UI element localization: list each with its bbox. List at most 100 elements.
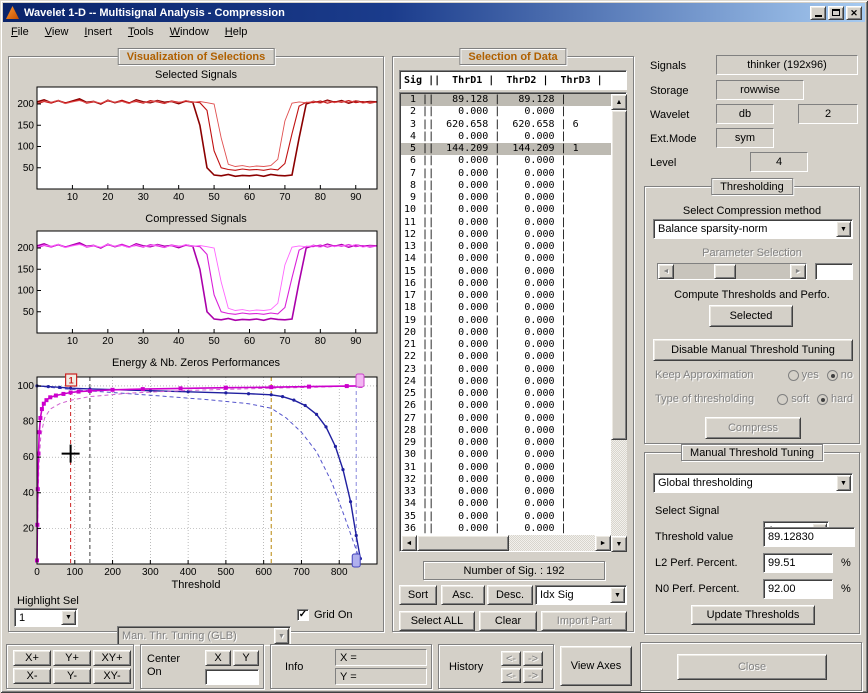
table-row[interactable]: 22 || 0.000 | 0.000 | (401, 351, 611, 363)
table-row[interactable]: 23 || 0.000 | 0.000 | (401, 364, 611, 376)
scroll-left-button[interactable]: ◄ (401, 535, 417, 551)
table-row[interactable]: 29 || 0.000 | 0.000 | (401, 437, 611, 449)
table-row[interactable]: 4 || 0.000 | 0.000 | (401, 131, 611, 143)
scroll-down-button[interactable]: ▼ (611, 536, 627, 552)
zoom-y-plus-button[interactable]: Y+ (53, 650, 91, 666)
info-x-label: X = (340, 652, 357, 664)
chevron-down-icon[interactable]: ▼ (836, 475, 851, 491)
table-row[interactable]: 10 || 0.000 | 0.000 | (401, 204, 611, 216)
title-bar[interactable]: Wavelet 1-D -- Multisignal Analysis - Co… (3, 3, 865, 22)
table-row[interactable]: 14 || 0.000 | 0.000 | (401, 253, 611, 265)
scroll-right-button[interactable]: ► (595, 535, 611, 551)
menu-view[interactable]: View (37, 24, 77, 40)
scroll-up-button[interactable]: ▲ (611, 94, 627, 110)
table-row[interactable]: 30 || 0.000 | 0.000 | (401, 449, 611, 461)
table-row[interactable]: 27 || 0.000 | 0.000 | (401, 413, 611, 425)
menu-file[interactable]: File (3, 24, 37, 40)
history-back2-icon: <- (506, 670, 516, 682)
table-row[interactable]: 5 || 144.209 | 144.209 | 1 (401, 143, 611, 155)
sort-button[interactable]: Sort (399, 585, 437, 605)
highlight-sel-dropdown[interactable]: 1 ▼ (14, 608, 78, 627)
close-window-button[interactable]: ✕ (846, 6, 862, 20)
descending-button[interactable]: Desc. (487, 585, 533, 605)
zoom-x-minus-button[interactable]: X- (13, 668, 51, 684)
center-y-button[interactable]: Y (233, 650, 259, 666)
history-group: History <- -> <- -> (438, 644, 554, 689)
threshold-value-field[interactable]: 89.12830 (763, 527, 855, 547)
table-row[interactable]: 20 || 0.000 | 0.000 | (401, 327, 611, 339)
compressed-signals-plot[interactable]: 10203040506070809050100150200 (9, 227, 385, 351)
table-row[interactable]: 2 || 0.000 | 0.000 | (401, 106, 611, 118)
menu-tools[interactable]: Tools (120, 24, 162, 40)
selected-signals-plot[interactable]: 10203040506070809050100150200 (9, 83, 385, 207)
zoom-x-plus-button[interactable]: X+ (13, 650, 51, 666)
menu-window[interactable]: Window (162, 24, 217, 40)
table-row[interactable]: 16 || 0.000 | 0.000 | (401, 278, 611, 290)
zoom-xy-plus-button[interactable]: XY+ (93, 650, 131, 666)
maximize-button[interactable] (828, 6, 844, 20)
table-row[interactable]: 31 || 0.000 | 0.000 | (401, 462, 611, 474)
table-row[interactable]: 12 || 0.000 | 0.000 | (401, 229, 611, 241)
table-row[interactable]: 19 || 0.000 | 0.000 | (401, 315, 611, 327)
svg-text:200: 200 (17, 99, 34, 110)
minimize-button[interactable] (810, 6, 826, 20)
table-row[interactable]: 11 || 0.000 | 0.000 | (401, 217, 611, 229)
zoom-xy-minus-button[interactable]: XY- (93, 668, 131, 684)
table-row[interactable]: 24 || 0.000 | 0.000 | (401, 376, 611, 388)
table-row[interactable]: 28 || 0.000 | 0.000 | (401, 425, 611, 437)
table-row[interactable]: 36 || 0.000 | 0.000 | (401, 523, 611, 535)
clear-button[interactable]: Clear (479, 611, 537, 631)
horizontal-scroll-thumb[interactable] (417, 535, 509, 551)
info-label: Info (285, 661, 303, 673)
table-row[interactable]: 6 || 0.000 | 0.000 | (401, 155, 611, 167)
table-row[interactable]: 32 || 0.000 | 0.000 | (401, 474, 611, 486)
extmode-value: sym (716, 128, 774, 148)
l2-perf-field[interactable]: 99.51 (763, 553, 833, 573)
update-thresholds-button[interactable]: Update Thresholds (691, 605, 815, 625)
table-rows[interactable]: 1 || 89.128 | 89.128 | 2 || 0.000 | 0.00… (401, 94, 611, 536)
vertical-scrollbar[interactable]: ▲ ▼ (611, 94, 627, 552)
signals-value: thinker (192x96) (716, 55, 858, 75)
table-row[interactable]: 1 || 89.128 | 89.128 | (401, 94, 611, 106)
table-row[interactable]: 21 || 0.000 | 0.000 | (401, 339, 611, 351)
table-row[interactable]: 15 || 0.000 | 0.000 | (401, 266, 611, 278)
disable-manual-tuning-button[interactable]: Disable Manual Threshold Tuning (653, 339, 853, 361)
table-row[interactable]: 34 || 0.000 | 0.000 | (401, 498, 611, 510)
select-all-button[interactable]: Select ALL (399, 611, 475, 631)
sort-by-dropdown[interactable]: Idx Sig ▼ (535, 585, 627, 605)
global-thresholding-dropdown[interactable]: Global thresholding ▼ (653, 473, 853, 493)
menu-help[interactable]: Help (217, 24, 256, 40)
grid-on-checkbox[interactable]: ✓ (297, 609, 309, 621)
table-row[interactable]: 3 || 620.658 | 620.658 | 6 (401, 119, 611, 131)
svg-text:10: 10 (67, 192, 79, 203)
zoom-y-minus-button[interactable]: Y- (53, 668, 91, 684)
chevron-down-icon[interactable]: ▼ (610, 587, 625, 603)
chevron-down-icon[interactable]: ▼ (61, 610, 76, 625)
table-row[interactable]: 35 || 0.000 | 0.000 | (401, 511, 611, 523)
table-row[interactable]: 18 || 0.000 | 0.000 | (401, 302, 611, 314)
table-row[interactable]: 33 || 0.000 | 0.000 | (401, 486, 611, 498)
table-row[interactable]: 9 || 0.000 | 0.000 | (401, 192, 611, 204)
table-row[interactable]: 8 || 0.000 | 0.000 | (401, 180, 611, 192)
wavelet-number-value: 2 (798, 104, 858, 124)
selected-button[interactable]: Selected (709, 305, 793, 327)
table-row[interactable]: 13 || 0.000 | 0.000 | (401, 241, 611, 253)
table-row[interactable]: 7 || 0.000 | 0.000 | (401, 168, 611, 180)
view-axes-button[interactable]: View Axes (560, 646, 632, 686)
vertical-scroll-thumb[interactable] (611, 110, 627, 440)
signals-table[interactable]: 1 || 89.128 | 89.128 | 2 || 0.000 | 0.00… (399, 92, 627, 552)
ascending-button[interactable]: Asc. (441, 585, 485, 605)
n0-perf-field[interactable]: 92.00 (763, 579, 833, 599)
center-value-field[interactable] (205, 669, 259, 685)
compression-method-dropdown[interactable]: Balance sparsity-norm ▼ (653, 219, 853, 239)
grid-on-control[interactable]: ✓ Grid On (297, 609, 353, 621)
table-row[interactable]: 25 || 0.000 | 0.000 | (401, 388, 611, 400)
center-x-button[interactable]: X (205, 650, 231, 666)
horizontal-scrollbar[interactable]: ◄ ► (401, 535, 611, 551)
table-row[interactable]: 17 || 0.000 | 0.000 | (401, 290, 611, 302)
menu-insert[interactable]: Insert (76, 24, 120, 40)
performance-plot[interactable]: 0100200300400500600700800204060801001 (9, 371, 385, 583)
table-row[interactable]: 26 || 0.000 | 0.000 | (401, 400, 611, 412)
chevron-down-icon[interactable]: ▼ (836, 221, 851, 237)
level-value-text: 4 (776, 156, 782, 168)
